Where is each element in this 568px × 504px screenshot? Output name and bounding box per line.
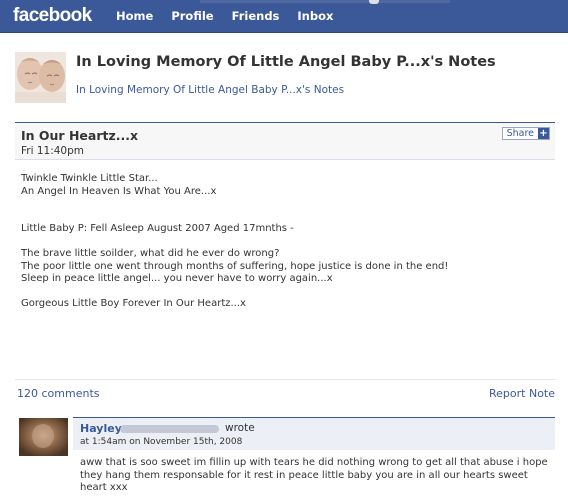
report-note-link[interactable]: Report Note — [489, 387, 555, 400]
note-line: Little Baby P: Fell Asleep August 2007 A… — [21, 223, 294, 234]
comments-count-link[interactable]: 120 comments — [17, 387, 99, 400]
comments-bar: 120 comments Report Note — [15, 379, 555, 407]
baby-faces-icon — [15, 52, 66, 103]
nav-inbox-link[interactable]: Inbox — [297, 9, 333, 23]
page-title: In Loving Memory Of Little Angel Baby P.… — [76, 54, 496, 70]
note-line: Gorgeous Little Boy Forever In Our Heart… — [21, 298, 246, 309]
commenter-avatar[interactable] — [19, 418, 68, 456]
facebook-logo[interactable]: facebook — [13, 5, 92, 27]
main-nav: Home Profile Friends Inbox — [116, 9, 333, 23]
nav-friends-link[interactable]: Friends — [232, 9, 280, 23]
note-line: The brave little soilder, what did he ev… — [21, 248, 280, 259]
note-line: An Angel In Heaven Is What You Are...x — [21, 185, 217, 197]
nav-profile-link[interactable]: Profile — [171, 9, 213, 23]
top-bar: facebook Home Profile Friends Inbox — [0, 0, 568, 33]
note-body: Twinkle Twinkle Little Star... An Angel … — [21, 173, 551, 311]
comment-wrote-label: wrote — [225, 422, 255, 434]
note-line: The poor little one went through months … — [21, 260, 449, 272]
note-timestamp: Fri 11:40pm — [21, 145, 84, 157]
top-bar-highlight — [200, 0, 450, 3]
note-line: Twinkle Twinkle Little Star... — [21, 173, 158, 184]
nav-home-link[interactable]: Home — [116, 9, 153, 23]
comment-header: Hayley wrote at 1:54am on November 15th,… — [73, 417, 555, 450]
plus-icon: + — [538, 128, 549, 139]
top-bar-indicator — [369, 0, 379, 4]
share-label: Share — [506, 128, 534, 139]
note-header: In Our Heartz...x Fri 11:40pm Share + — [15, 122, 555, 160]
page-profile-picture[interactable] — [15, 52, 66, 103]
comment-text: aww that is soo sweet im fillin up with … — [80, 457, 548, 493]
comment-author-link[interactable]: Hayley — [80, 422, 122, 435]
note-title: In Our Heartz...x — [21, 128, 139, 143]
comment-timestamp: at 1:54am on November 15th, 2008 — [80, 437, 243, 447]
notes-breadcrumb-link[interactable]: In Loving Memory Of Little Angel Baby P.… — [76, 84, 344, 96]
blurred-photo-icon — [19, 418, 68, 456]
note-line: Sleep in peace little angel... you never… — [21, 273, 333, 284]
share-button[interactable]: Share + — [501, 127, 550, 140]
redacted-name — [120, 425, 219, 433]
